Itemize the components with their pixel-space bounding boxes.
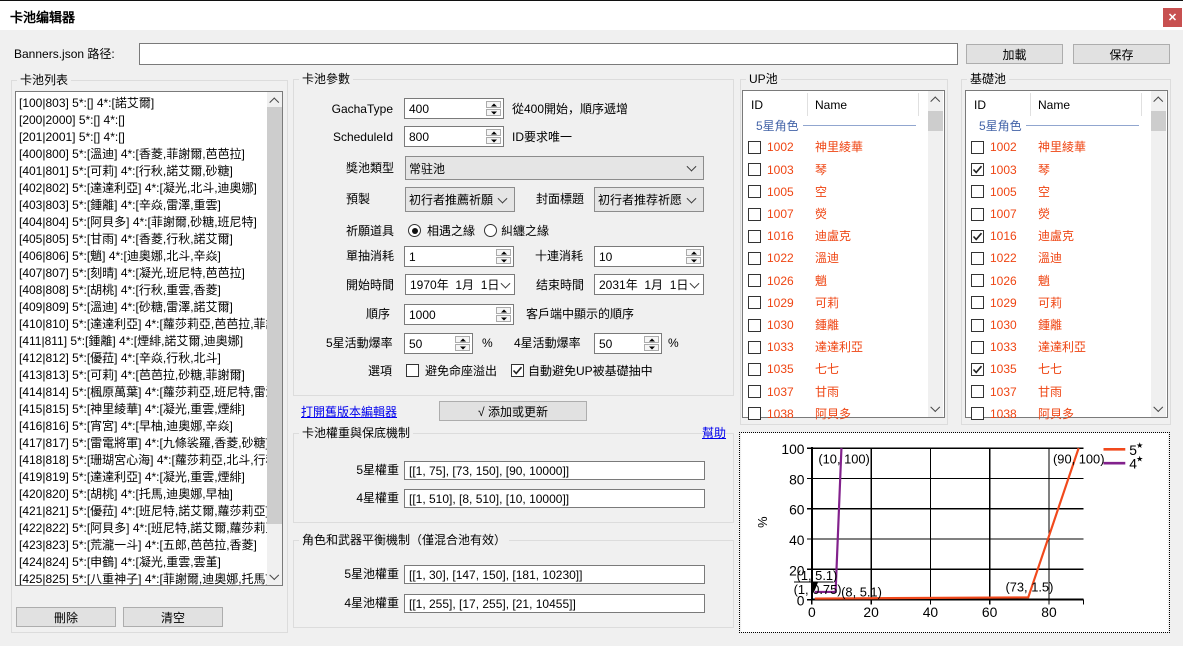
svg-text:(8, 5.1): (8, 5.1) (841, 584, 882, 599)
svg-text:80: 80 (789, 471, 805, 487)
svg-text:(1, 5.1): (1, 5.1) (797, 568, 838, 583)
svg-text:60: 60 (789, 502, 805, 518)
svg-text:(90, 100): (90, 100) (1053, 452, 1104, 467)
svg-text:(10, 100): (10, 100) (818, 452, 869, 467)
svg-text:20: 20 (863, 604, 879, 620)
svg-text:★: ★ (1136, 455, 1143, 464)
svg-text:40: 40 (789, 532, 805, 548)
svg-text:40: 40 (923, 604, 939, 620)
svg-text:0: 0 (808, 604, 816, 620)
svg-text:%: % (755, 516, 770, 527)
svg-text:80: 80 (1041, 604, 1057, 620)
svg-text:(73, 1.5): (73, 1.5) (1005, 579, 1053, 594)
svg-text:60: 60 (982, 604, 998, 620)
svg-text:(1, 0.75): (1, 0.75) (794, 582, 842, 597)
svg-text:★: ★ (1136, 441, 1143, 450)
svg-text:100: 100 (781, 441, 804, 457)
